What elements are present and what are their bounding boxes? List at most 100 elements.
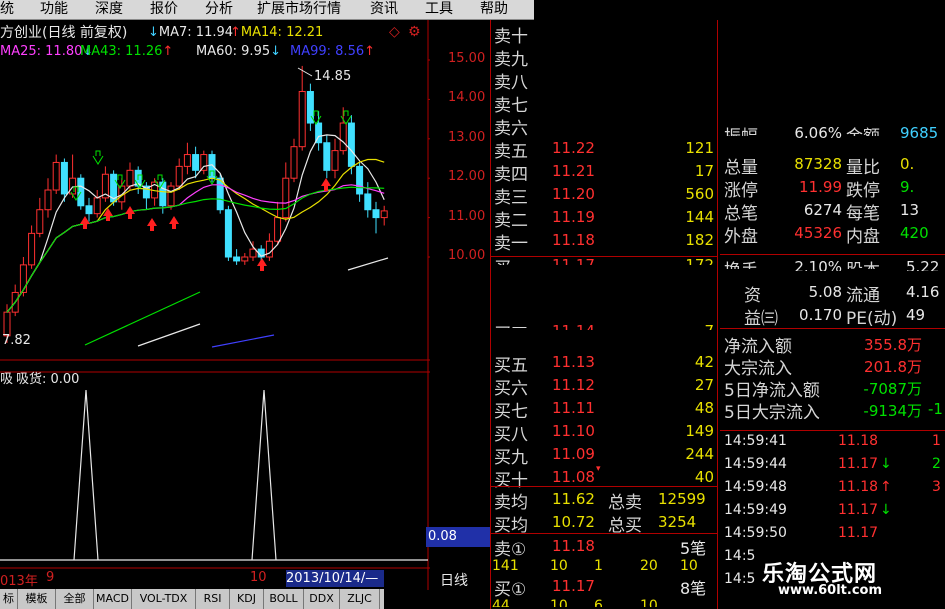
candle-body — [274, 217, 282, 242]
tab-rsi[interactable]: RSI — [196, 589, 230, 609]
high-price-label: 14.85 — [314, 69, 352, 84]
ma-legend: ↓MA7: 11.94 ↑MA14: 12.21 MA25: 11.80↓ MA43:… — [0, 25, 430, 65]
buy-arrow-stem — [324, 186, 328, 191]
tab-全部[interactable]: 全部 — [56, 589, 94, 609]
candle-body — [282, 177, 290, 219]
ask-level-price: 11.20 — [552, 185, 595, 203]
tab-kdj[interactable]: KDJ — [230, 589, 264, 609]
stats-panel: 振幅 6.06% 金额 9685 总量 87328量比 0. 涨停 11.99跌停 9. 总笔 627… — [720, 124, 945, 430]
candle-body — [356, 165, 364, 195]
candle-body — [347, 122, 355, 167]
menu-item-0[interactable]: 统 — [0, 0, 14, 19]
menu-item-3[interactable]: 报价 — [150, 0, 178, 19]
ask-level-label: 卖四 — [494, 165, 528, 185]
order-book-left-border — [490, 20, 491, 609]
stat-label: 振幅 — [724, 122, 758, 136]
stat-label: 总量 — [724, 158, 758, 178]
ask-level-label: 卖七 — [494, 96, 528, 116]
flows-divider — [720, 328, 945, 329]
avg-ask-price: 11.62 — [552, 490, 595, 508]
menu-item-4[interactable]: 分析 — [205, 0, 233, 19]
bid-level-price: 11.08 — [552, 468, 595, 486]
flow-value: 201.8万 — [864, 358, 922, 376]
bid-level-volume: 42 — [694, 353, 714, 371]
ask-level-volume: 17 — [694, 162, 714, 180]
candle-body — [233, 256, 241, 262]
stat-value: 6.06% — [794, 124, 842, 138]
tab-vol-tdx[interactable]: VOL-TDX — [132, 589, 196, 609]
menu-item-1[interactable]: 功能 — [40, 0, 68, 19]
ask-level-volume: 560 — [685, 185, 714, 203]
order-book-queue-divider — [490, 533, 718, 534]
menu-item-2[interactable]: 深度 — [95, 0, 123, 19]
menu-item-6[interactable]: 资讯 — [370, 0, 398, 19]
candle-body — [339, 122, 347, 152]
buy1-queue-price: 11.17 — [552, 577, 595, 595]
bid-level-volume: 7 — [650, 322, 714, 330]
tick-time: 14:59:44 — [724, 456, 787, 472]
total-ask-label: 总卖 — [608, 493, 642, 513]
candle-body — [241, 256, 249, 262]
stat-value: 2.10% — [794, 258, 842, 271]
buy-arrow-stem — [260, 266, 264, 271]
avg-ask-label: 卖均 — [494, 493, 528, 513]
bid-level-label: 买四 — [494, 320, 528, 328]
candle-body — [52, 161, 60, 191]
ma-legend-item: ↑MA14: 12.21 — [230, 25, 323, 40]
flow-value: -9134万 — [863, 402, 922, 420]
stat-label: 换手 — [724, 256, 758, 269]
candle-body — [44, 189, 52, 211]
flow-value: -7087万 — [863, 380, 922, 398]
stat-value: 420 — [900, 224, 929, 242]
bid1-label: 买一 — [494, 254, 528, 265]
candle-body — [380, 210, 388, 219]
buy-arrow-stem — [172, 224, 176, 229]
menu-item-5[interactable]: 扩展市场行情 — [257, 0, 341, 19]
tick-time: 14:5 — [724, 571, 756, 587]
stats-divider — [720, 254, 945, 255]
ask-level-label: 卖五 — [494, 142, 528, 162]
candle-body — [159, 181, 167, 207]
stat-value: 9685 — [900, 124, 939, 138]
stat-label: 总笔 — [724, 204, 758, 224]
candle-body — [85, 205, 93, 215]
candle-body — [298, 91, 306, 148]
sell1-queue-item: 10 — [680, 558, 698, 574]
tab-模板[interactable]: 模板 — [18, 589, 56, 609]
date-month-9: 9 — [46, 570, 55, 585]
flow-tail: -1 — [928, 400, 943, 418]
stat-label: 每笔 — [846, 204, 880, 224]
ma-label: MA43: 11.26 — [80, 44, 163, 59]
ma-legend-item: MA99: 8.56↑ — [290, 44, 375, 59]
stat-value: 0. — [900, 155, 915, 173]
ticks-divider — [720, 430, 945, 431]
kline-chart[interactable] — [0, 20, 430, 590]
bid-level-volume: 48 — [694, 399, 714, 417]
buy1-queue-count: 8笔 — [680, 579, 707, 598]
candle-body — [200, 154, 208, 171]
candle-body — [323, 142, 331, 171]
candle-body — [28, 232, 36, 266]
ask-level-price: 11.18 — [552, 231, 595, 249]
sell1-queue-price: 11.18 — [552, 537, 595, 555]
ask-level-label: 卖一 — [494, 234, 528, 254]
tick-time: 14:59:50 — [724, 525, 787, 541]
tick-time: 14:59:41 — [724, 433, 787, 449]
tab-zljc[interactable]: ZLJC — [340, 589, 380, 609]
sell1-queue-item: 1 — [594, 558, 603, 574]
indicator-axis-value: 0.08 — [426, 527, 490, 547]
tab-ddx[interactable]: DDX — [304, 589, 340, 609]
tab-标[interactable]: 标 — [0, 589, 18, 609]
candle-body — [372, 209, 380, 219]
tab-boll[interactable]: BOLL — [264, 589, 304, 609]
ma-arrow-icon: ↑ — [162, 44, 174, 59]
avg-bid-price: 10.72 — [552, 513, 595, 531]
total-bid-value: 3254 — [658, 513, 697, 531]
ma-label: MA14: 12.21 — [240, 25, 324, 40]
candle-body — [69, 177, 77, 195]
price-axis-label: 14.00 — [448, 90, 486, 106]
period-label[interactable]: 日线 — [440, 570, 468, 590]
ask-level-price: 11.19 — [552, 208, 595, 226]
tab-macd[interactable]: MACD — [94, 589, 132, 609]
stat-label: 股本 — [846, 256, 880, 269]
